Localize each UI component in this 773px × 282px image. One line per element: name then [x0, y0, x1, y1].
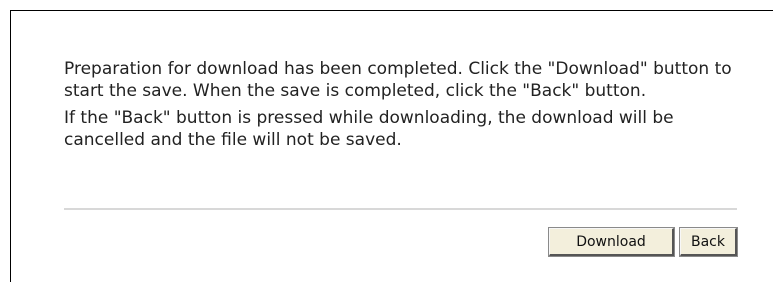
download-ready-message: Preparation for download has been comple…: [64, 59, 732, 101]
button-bar: Download Back: [548, 227, 738, 257]
divider: [64, 208, 737, 210]
dialog-content: Preparation for download has been comple…: [64, 58, 744, 151]
back-button[interactable]: Back: [679, 227, 738, 257]
download-button[interactable]: Download: [548, 227, 675, 257]
cancel-warning-message: If the "Back" button is pressed while do…: [64, 108, 674, 150]
